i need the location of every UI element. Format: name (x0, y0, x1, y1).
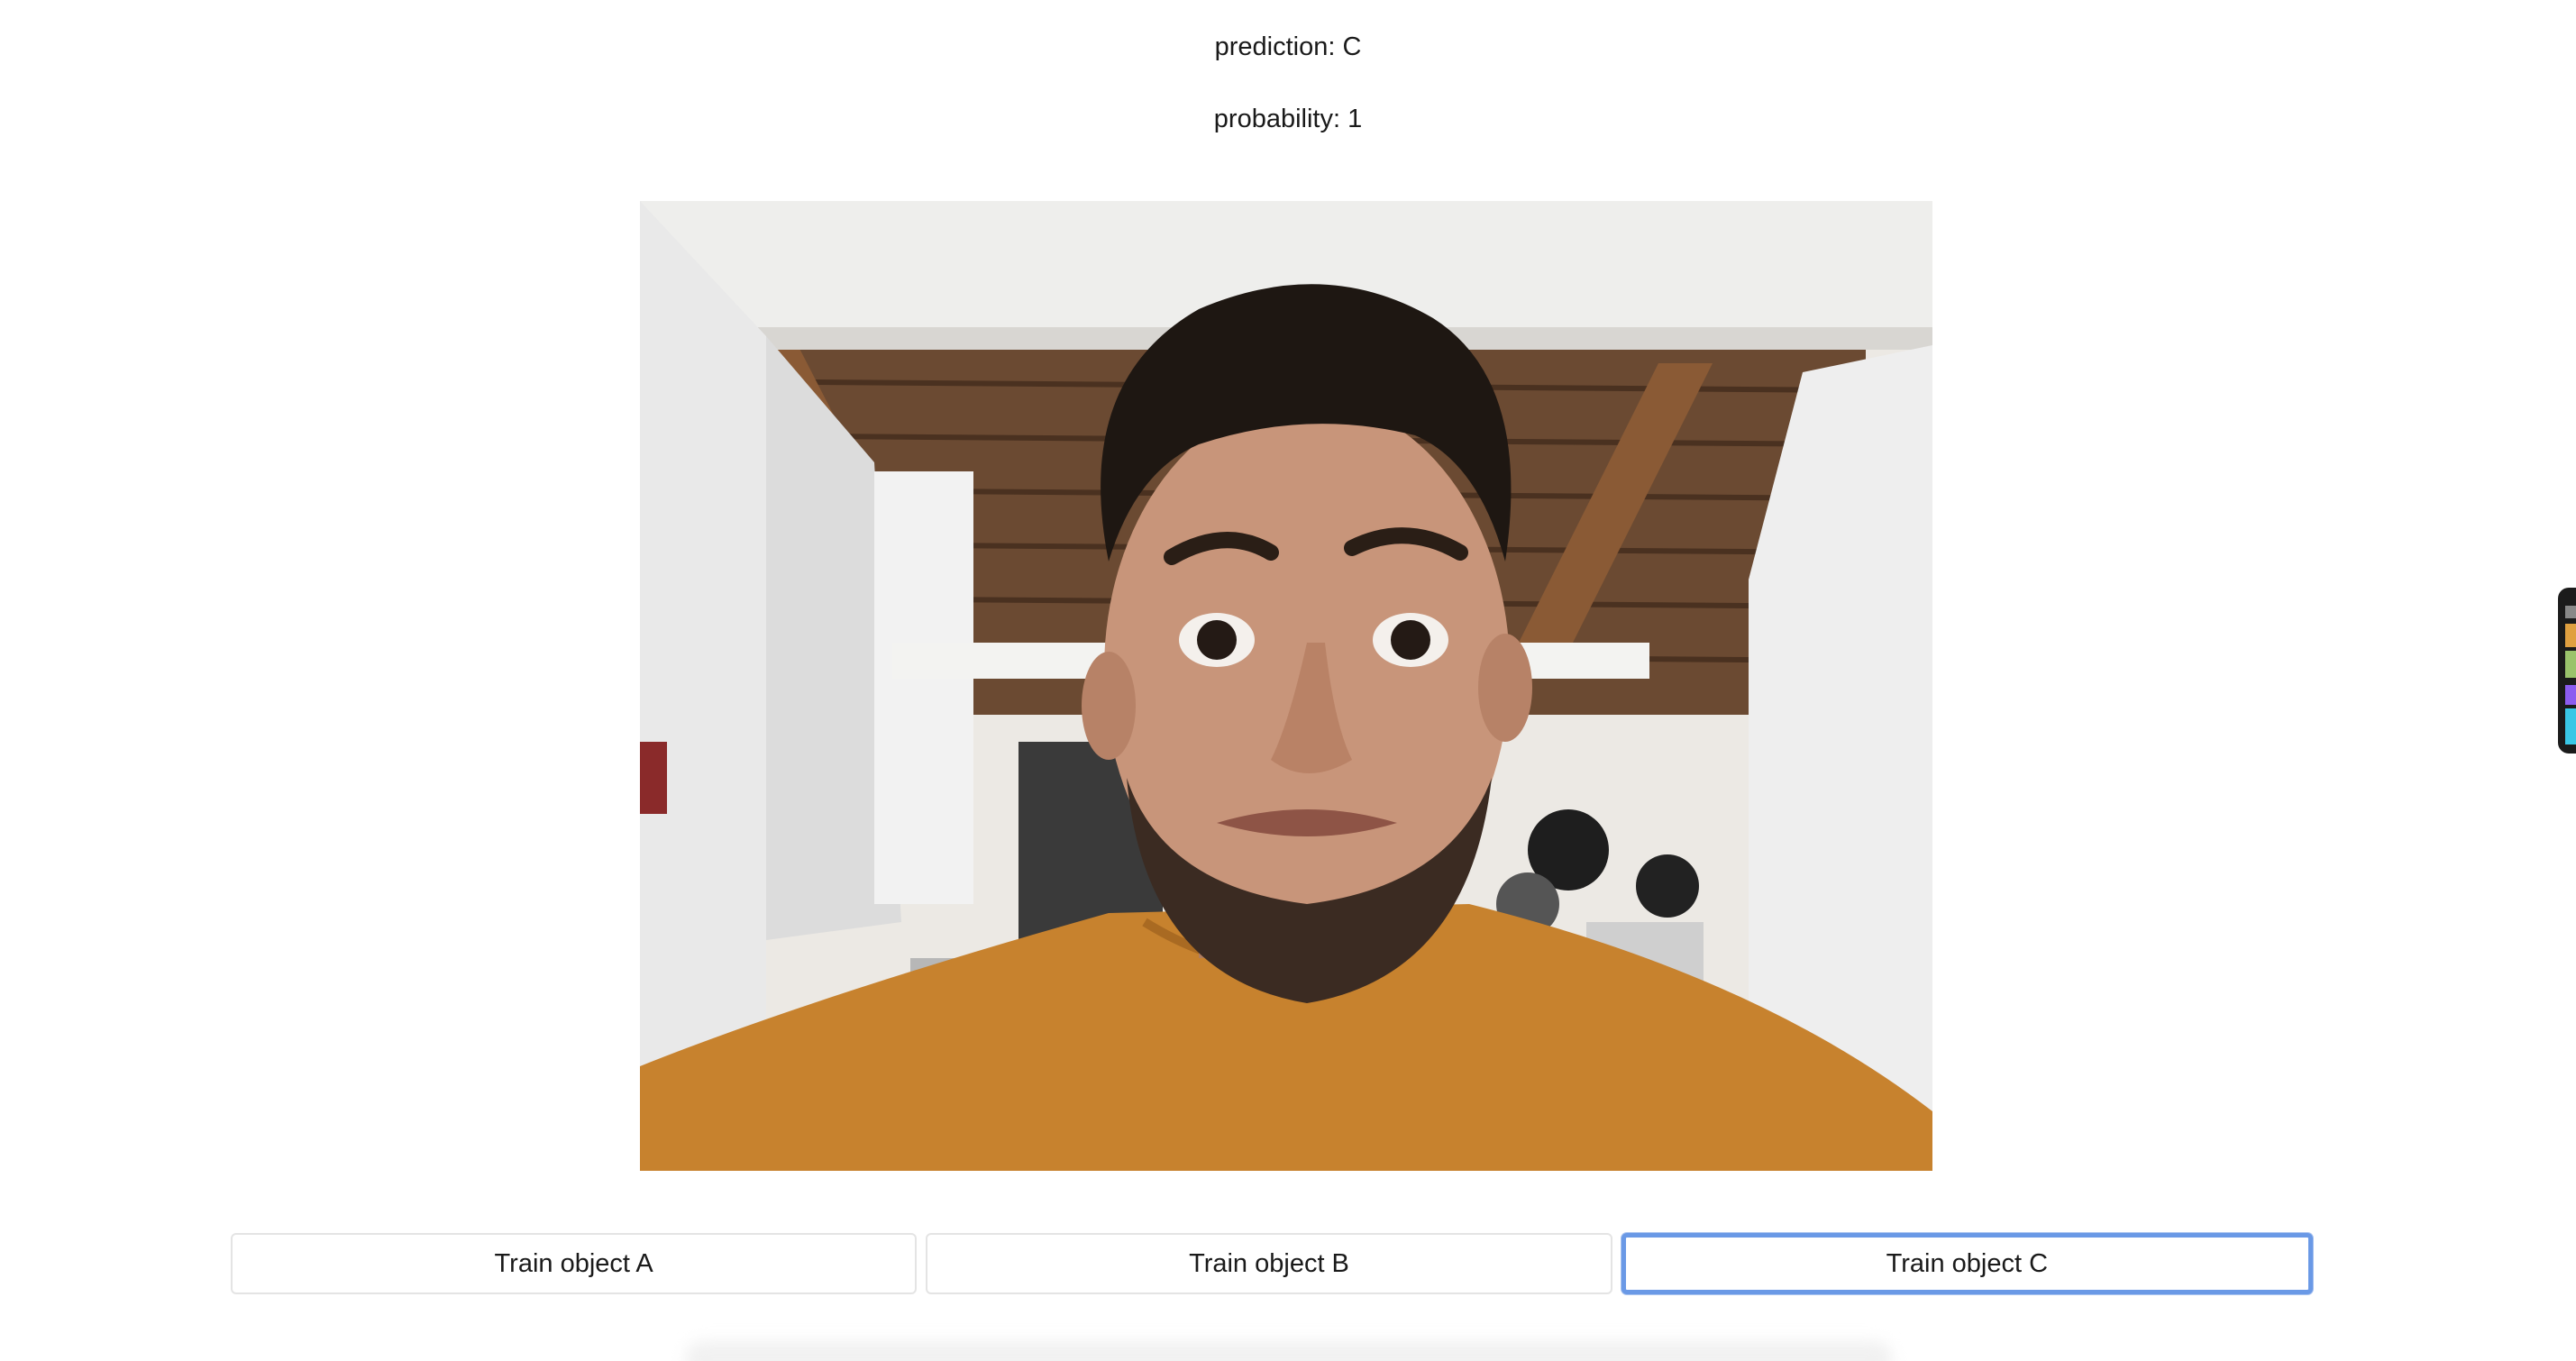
webcam-frame-image (640, 201, 1932, 1171)
train-object-b-button[interactable]: Train object B (926, 1233, 1612, 1294)
webcam-video (640, 201, 1932, 1171)
train-object-c-button[interactable]: Train object C (1621, 1233, 2313, 1294)
train-buttons-row: Train object A Train object B Train obje… (231, 1233, 2313, 1294)
probability-label: probability: 1 (1213, 105, 1363, 133)
prediction-label: prediction: C (1214, 32, 1362, 61)
bottom-shadow (685, 1341, 1893, 1361)
train-object-a-button[interactable]: Train object A (231, 1233, 918, 1294)
side-widget-handle[interactable] (2558, 588, 2576, 754)
app-page: prediction: C probability: 1 Train objec… (0, 0, 2576, 1361)
